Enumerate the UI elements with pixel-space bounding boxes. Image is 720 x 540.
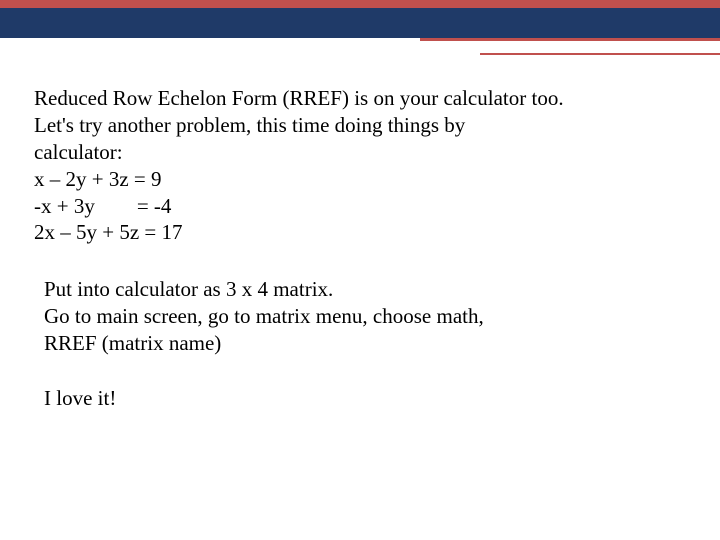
equation-3: 2x – 5y + 5z = 17 [34,219,680,246]
instruction-line-1: Put into calculator as 3 x 4 matrix. [44,276,680,303]
closing-line: I love it! [44,385,680,412]
slide: Reduced Row Echelon Form (RREF) is on yo… [0,0,720,540]
header-bar [0,8,720,38]
equation-1: x – 2y + 3z = 9 [34,166,680,193]
top-accent-bar [0,0,720,8]
instructions-paragraph: Put into calculator as 3 x 4 matrix. Go … [44,276,680,357]
slide-content: Reduced Row Echelon Form (RREF) is on yo… [34,85,680,412]
accent-line-upper [420,38,720,41]
intro-line-1: Reduced Row Echelon Form (RREF) is on yo… [34,85,680,112]
instruction-line-3: RREF (matrix name) [44,330,680,357]
intro-line-3: calculator: [34,139,680,166]
instruction-line-2: Go to main screen, go to matrix menu, ch… [44,303,680,330]
intro-paragraph: Reduced Row Echelon Form (RREF) is on yo… [34,85,680,246]
intro-line-2: Let's try another problem, this time doi… [34,112,680,139]
equation-2: -x + 3y = -4 [34,193,680,220]
accent-line-lower [480,53,720,55]
